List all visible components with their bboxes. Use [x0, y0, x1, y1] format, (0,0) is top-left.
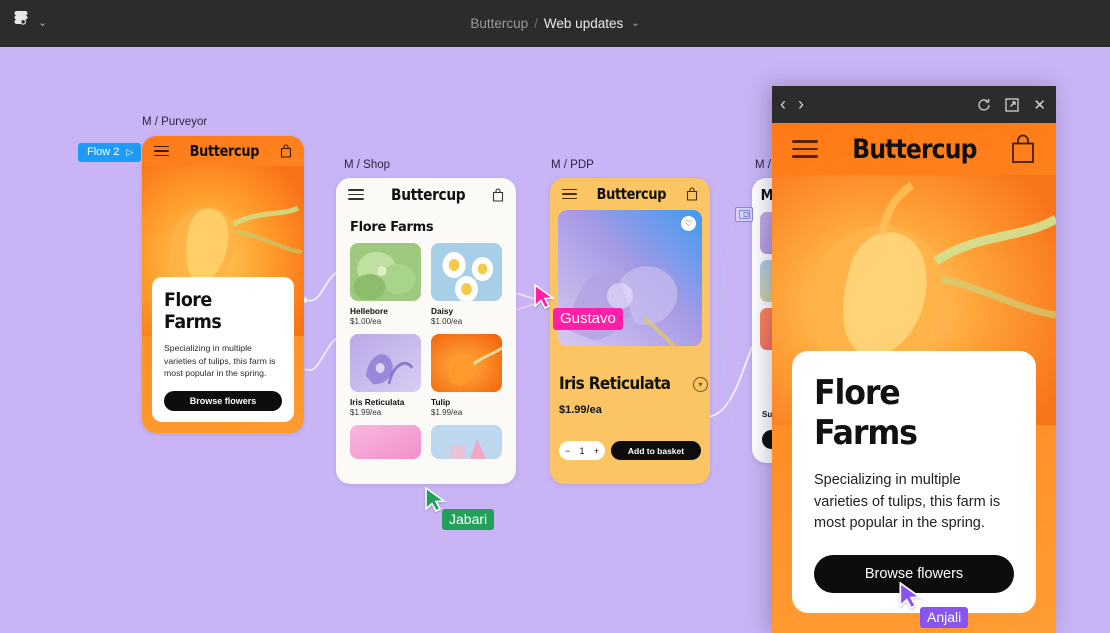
main-menu-chevron-down-icon[interactable]: ⌄: [38, 18, 47, 29]
chevron-down-circle-icon[interactable]: ▾: [693, 377, 708, 392]
flow-badge-label: Flow 2: [87, 146, 120, 158]
product-card[interactable]: Tulip $1.99/ea: [431, 334, 502, 417]
back-icon[interactable]: ‹: [780, 94, 786, 115]
top-toolbar: ⌄ Buttercup / Web updates ⌄: [0, 0, 1110, 47]
breadcrumb-chevron-down-icon[interactable]: ⌄: [631, 18, 639, 29]
cursor-label-jabari: Jabari: [442, 509, 495, 530]
quantity-stepper[interactable]: − 1 +: [559, 441, 605, 460]
browse-flowers-button[interactable]: Browse flowers: [164, 391, 282, 411]
purveyor-card-description: Specializing in multiple varieties of tu…: [164, 343, 276, 379]
frame-label-purveyor[interactable]: M / Purveyor: [142, 116, 207, 128]
product-thumbnail-partial[interactable]: [431, 425, 502, 459]
preview-card-description: Specializing in multiple varieties of tu…: [814, 471, 1001, 532]
breadcrumb-separator: /: [534, 16, 538, 31]
restart-icon[interactable]: [977, 98, 991, 112]
pdp-product-title: Iris Reticulata: [559, 374, 671, 394]
product-card[interactable]: Iris Reticulata $1.99/ea: [350, 334, 421, 417]
pdp-product-price: $1.99/ea: [559, 404, 602, 416]
shopping-bag-icon[interactable]: [1010, 134, 1036, 164]
favorite-heart-icon[interactable]: ♡: [681, 216, 696, 231]
product-thumbnail-hellebore: [350, 243, 421, 301]
breadcrumb-project[interactable]: Buttercup: [470, 16, 528, 31]
preview-toolbar: ‹ › ✕: [772, 86, 1056, 123]
preview-browse-flowers-button[interactable]: Browse flowers: [814, 555, 1014, 593]
frame-purveyor[interactable]: Buttercup Flore Farms Specializing in mu…: [142, 136, 304, 433]
hamburger-icon[interactable]: [562, 188, 577, 200]
shop-section-heading: Flore Farms: [350, 220, 434, 235]
hamburger-icon[interactable]: [154, 145, 169, 157]
mobile-header: Buttercup: [142, 136, 304, 166]
purveyor-card-title: Flore Farms: [164, 289, 222, 334]
shopping-bag-icon[interactable]: [492, 187, 504, 202]
purveyor-info-card: Flore Farms Specializing in multiple var…: [152, 277, 294, 422]
breadcrumb-page[interactable]: Web updates: [544, 16, 623, 31]
frame-thumbnail-icon[interactable]: [735, 207, 753, 222]
pdp-hero-image: ♡: [558, 210, 702, 346]
preview-card-title: Flore Farms: [814, 372, 918, 453]
quantity-decrease-button[interactable]: −: [565, 446, 570, 456]
product-name: Tulip: [431, 397, 451, 407]
cursor-jabari: Jabari: [424, 487, 495, 530]
product-name: Daisy: [431, 306, 454, 316]
shopping-bag-icon[interactable]: [686, 187, 698, 201]
product-thumbnail-partial[interactable]: [350, 425, 421, 459]
product-price: $1.00/ea: [431, 317, 463, 326]
hamburger-icon[interactable]: [348, 189, 364, 200]
forward-icon[interactable]: ›: [798, 94, 804, 115]
preview-mobile-header: Buttercup: [772, 123, 1056, 175]
product-card[interactable]: Daisy $1.00/ea: [431, 243, 502, 326]
frame-label-shop[interactable]: M / Shop: [344, 159, 390, 171]
product-name: Iris Reticulata: [350, 397, 405, 407]
brand-wordmark: Buttercup: [851, 133, 977, 165]
close-icon[interactable]: ✕: [1033, 96, 1046, 114]
figma-logo-icon[interactable]: [12, 10, 30, 37]
product-thumbnail-iris-reticulata: [350, 334, 421, 392]
preview-content: Buttercup Flore Farms Specializing in mu…: [772, 123, 1056, 633]
mobile-header: Buttercup: [336, 178, 516, 211]
figma-app-window: ⌄ Buttercup / Web updates ⌄ Flow 2 ▷ M /…: [0, 0, 1110, 633]
frame-shop[interactable]: Buttercup Flore Farms Hellebore $1.00/ea…: [336, 178, 516, 484]
breadcrumb: Buttercup / Web updates ⌄: [0, 0, 1110, 47]
brand-wordmark: Buttercup: [189, 142, 260, 160]
product-card[interactable]: Hellebore $1.00/ea: [350, 243, 421, 326]
product-thumbnail-daisy: [431, 243, 502, 301]
brand-wordmark: Buttercup: [390, 185, 466, 204]
shopping-bag-icon[interactable]: [280, 144, 292, 158]
play-icon[interactable]: ▷: [126, 147, 133, 157]
add-to-basket-button[interactable]: Add to basket: [611, 441, 701, 460]
product-price: $1.99/ea: [431, 408, 463, 417]
quantity-value: 1: [579, 445, 585, 456]
product-thumbnail-tulip: [431, 334, 502, 392]
prototype-preview-panel: ‹ › ✕ Buttercup Flore Farms Specializing…: [772, 86, 1056, 633]
product-grid: Hellebore $1.00/ea Daisy $1.00/ea Iris R…: [336, 243, 516, 459]
hamburger-icon[interactable]: [792, 140, 818, 158]
brand-wordmark: Buttercup: [596, 185, 667, 203]
quantity-increase-button[interactable]: +: [594, 446, 599, 456]
mobile-header: Buttercup: [550, 178, 710, 210]
open-external-icon[interactable]: [1005, 97, 1020, 112]
frame-label-pdp[interactable]: M / PDP: [551, 159, 594, 171]
product-price: $1.99/ea: [350, 408, 382, 417]
frame-pdp[interactable]: Buttercup ♡ Iris Reticulata ▾ $1.99/ea −…: [550, 178, 710, 484]
flow-badge-flow-2[interactable]: Flow 2 ▷: [78, 143, 142, 162]
product-name: Hellebore: [350, 306, 388, 316]
product-price: $1.00/ea: [350, 317, 382, 326]
preview-info-card: Flore Farms Specializing in multiple var…: [792, 350, 1036, 613]
